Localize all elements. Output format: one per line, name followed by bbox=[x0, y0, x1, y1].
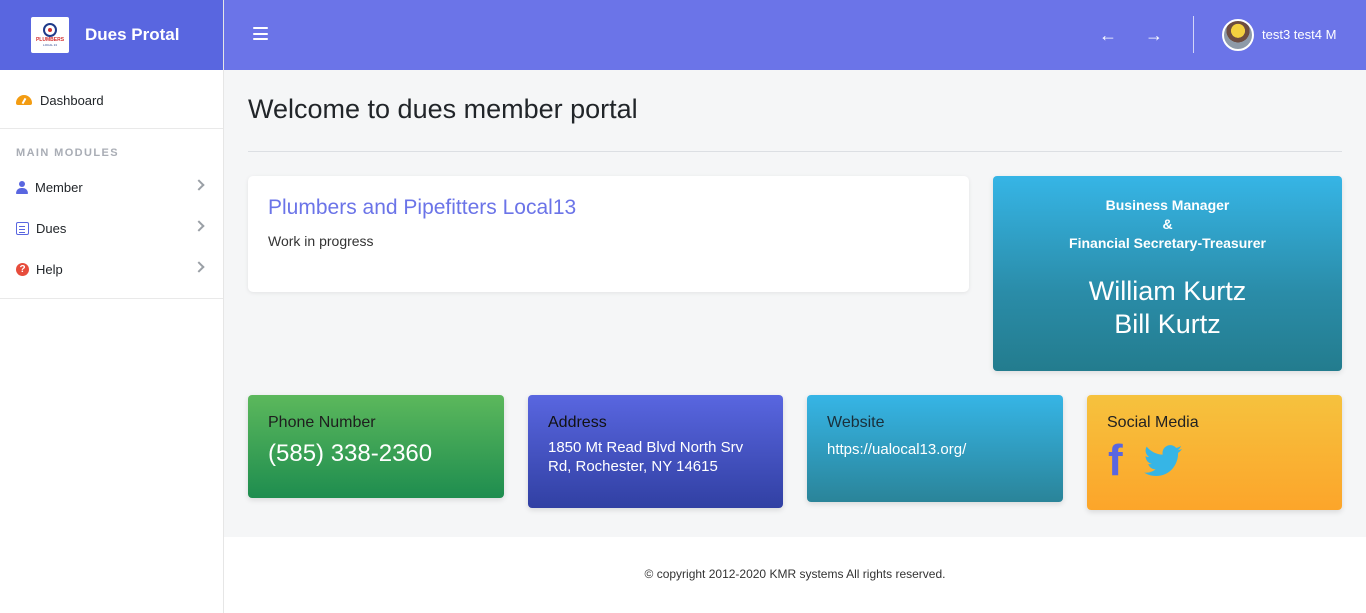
social-card: Social Media f bbox=[1087, 395, 1342, 510]
twitter-icon[interactable] bbox=[1144, 445, 1182, 477]
manager-nickname: Bill Kurtz bbox=[1114, 309, 1221, 339]
dashboard-icon bbox=[16, 95, 32, 105]
chevron-right-icon bbox=[193, 179, 205, 191]
user-icon bbox=[16, 181, 28, 194]
menu-toggle-icon[interactable] bbox=[253, 27, 268, 40]
facebook-icon[interactable]: f bbox=[1108, 439, 1132, 483]
avatar[interactable] bbox=[1222, 19, 1254, 51]
sidebar-item-dashboard[interactable]: Dashboard bbox=[0, 70, 223, 129]
social-title: Social Media bbox=[1107, 414, 1199, 431]
sidebar-item-member[interactable]: Member bbox=[0, 167, 223, 208]
address-text: 1850 Mt Read Blvd North Srv Rd, Rocheste… bbox=[548, 439, 744, 475]
manager-role-connector: & bbox=[1162, 216, 1173, 232]
manager-name: William Kurtz bbox=[1088, 276, 1247, 306]
forward-arrow-icon[interactable]: → bbox=[1145, 26, 1163, 44]
page-title: Welcome to dues member portal bbox=[248, 94, 638, 124]
social-icons: f bbox=[1107, 439, 1322, 483]
question-icon: ? bbox=[16, 263, 29, 276]
footer: © copyright 2012-2020 KMR systems All ri… bbox=[224, 537, 1366, 613]
website-card: Website https://ualocal13.org/ bbox=[807, 395, 1063, 502]
header-divider bbox=[1193, 16, 1194, 53]
website-title: Website bbox=[827, 414, 885, 431]
website-link[interactable]: https://ualocal13.org/ bbox=[827, 441, 1043, 458]
main-content: Welcome to dues member portal Plumbers a… bbox=[224, 70, 1366, 537]
brand-name[interactable]: Dues Protal bbox=[85, 25, 179, 45]
phone-card: Phone Number (585) 338-2360 bbox=[248, 395, 504, 498]
manager-role: Business Manager bbox=[1105, 197, 1230, 213]
brand-bar: PLUMBERS LOCAL 13 Dues Protal bbox=[0, 0, 223, 70]
phone-title: Phone Number bbox=[268, 414, 376, 431]
top-bar: ← → test3 test4 M bbox=[224, 0, 1366, 70]
sidebar-item-label: Dues bbox=[36, 221, 67, 236]
manager-card: Business Manager & Financial Secretary-T… bbox=[993, 176, 1342, 371]
intro-card: Plumbers and Pipefitters Local13 Work in… bbox=[248, 176, 969, 292]
intro-heading: Plumbers and Pipefitters Local13 bbox=[268, 196, 577, 219]
sidebar-item-help[interactable]: ? Help bbox=[0, 249, 223, 290]
phone-number: (585) 338-2360 bbox=[268, 440, 433, 467]
sidebar-item-label: Help bbox=[36, 262, 63, 277]
list-icon bbox=[16, 222, 29, 235]
sidebar-item-dues[interactable]: Dues bbox=[0, 208, 223, 249]
address-title: Address bbox=[548, 414, 607, 431]
user-name[interactable]: test3 test4 M bbox=[1262, 27, 1336, 42]
copyright-text: © copyright 2012-2020 KMR systems All ri… bbox=[644, 567, 946, 581]
chevron-right-icon bbox=[193, 220, 205, 232]
logo-subtext: LOCAL 13 bbox=[43, 43, 57, 47]
manager-role: Financial Secretary-Treasurer bbox=[1069, 235, 1266, 251]
address-card: Address 1850 Mt Read Blvd North Srv Rd, … bbox=[528, 395, 783, 508]
sidebar-divider bbox=[0, 298, 223, 299]
chevron-right-icon bbox=[193, 261, 205, 273]
logo-emblem-icon bbox=[43, 23, 57, 37]
sidebar-item-label: Member bbox=[35, 180, 83, 195]
title-divider bbox=[248, 151, 1342, 152]
sidebar-section-title: MAIN MODULES bbox=[16, 147, 119, 159]
union-logo[interactable]: PLUMBERS LOCAL 13 bbox=[31, 17, 69, 53]
back-arrow-icon[interactable]: ← bbox=[1099, 26, 1117, 44]
sidebar-item-label: Dashboard bbox=[40, 92, 104, 108]
intro-text: Work in progress bbox=[268, 233, 374, 249]
sidebar: PLUMBERS LOCAL 13 Dues Protal Dashboard … bbox=[0, 0, 224, 613]
